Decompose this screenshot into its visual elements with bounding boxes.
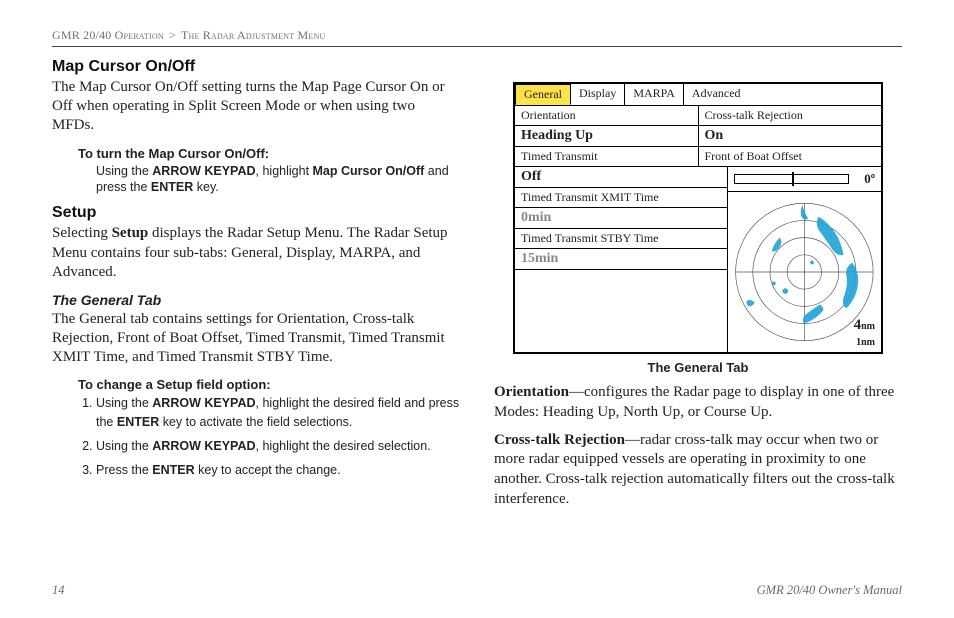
front-offset-slider[interactable] [734,174,849,184]
running-head-sep: > [169,28,176,42]
device-tabs: General Display MARPA Advanced [515,84,881,106]
device-screenshot: General Display MARPA Advanced Orientati… [513,82,883,354]
kw-arrow-keypad: ARROW KEYPAD [152,396,255,410]
right-column: General Display MARPA Advanced Orientati… [494,56,902,570]
device-left-panel: Off Timed Transmit XMIT Time 0min Timed … [515,167,728,352]
device-body: Off Timed Transmit XMIT Time 0min Timed … [515,167,881,352]
tab-marpa[interactable]: MARPA [625,84,684,105]
paragraph-setup: Selecting Setup displays the Radar Setup… [52,224,460,282]
text: Using the [96,396,152,410]
label-front-offset: Front of Boat Offset [699,147,882,166]
label-timed-transmit: Timed Transmit [515,147,699,166]
value-orientation[interactable]: Heading Up [515,126,699,146]
kw-arrow-keypad: ARROW KEYPAD [152,439,255,453]
paragraph-map-cursor: The Map Cursor On/Off setting turns the … [52,78,460,136]
kw-arrow-keypad: ARROW KEYPAD [152,164,255,178]
steps-list: Using the ARROW KEYPAD, highlight the de… [78,394,460,479]
text: key to activate the field selections. [159,415,352,429]
howto-title-map-cursor: To turn the Map Cursor On/Off: [78,146,460,161]
howto-body-map-cursor: Using the ARROW KEYPAD, highlight Map Cu… [96,163,460,197]
term-crosstalk: Cross-talk Rejection [494,432,625,448]
kw-map-cursor: Map Cursor On/Off [313,164,425,178]
left-column: Map Cursor On/Off The Map Cursor On/Off … [52,56,460,570]
howto-title-change-field: To change a Setup field option: [78,377,460,392]
kw-enter: ENTER [117,415,159,429]
kw-setup: Setup [112,225,149,241]
running-head-left: GMR 20/40 Operation [52,28,164,42]
text: key. [193,180,218,194]
text: Using the [96,164,152,178]
text: Selecting [52,225,112,241]
footer-title: GMR 20/40 Owner's Manual [757,583,902,598]
value-front-offset: 0º [853,171,875,187]
device-row-headers-2: Timed Transmit Front of Boat Offset [515,147,881,167]
heading-setup: Setup [52,204,460,222]
device-blank-area [515,270,727,334]
tab-advanced[interactable]: Advanced [684,84,749,105]
slider-knob-icon [792,172,794,186]
radar-range-main: 4nm [854,317,875,334]
step-2: Using the ARROW KEYPAD, highlight the de… [96,437,460,455]
tab-display[interactable]: Display [571,84,625,105]
label-orientation: Orientation [515,106,699,125]
manual-page: GMR 20/40 Operation > The Radar Adjustme… [0,0,954,618]
paragraph-general-tab: The General tab contains settings for Or… [52,310,460,368]
value-xmit-time[interactable]: 0min [515,208,727,228]
kw-enter: ENTER [152,463,194,477]
kw-enter: ENTER [151,180,193,194]
label-stby-time: Timed Transmit STBY Time [515,229,727,248]
value-timed-transmit[interactable]: Off [515,167,727,187]
figure-caption: The General Tab [494,360,902,375]
text: , highlight [256,164,313,178]
range-unit: nm [861,321,875,332]
page-footer: 14 GMR 20/40 Owner's Manual [52,583,902,598]
device-right-panel: 0º [728,167,881,352]
step-1: Using the ARROW KEYPAD, highlight the de… [96,394,460,430]
figure-general-tab: General Display MARPA Advanced Orientati… [494,82,902,375]
text: , highlight the desired selection. [256,439,431,453]
value-crosstalk[interactable]: On [699,126,882,146]
device-row-values-1: Heading Up On [515,126,881,147]
heading-general-tab: The General Tab [52,292,460,308]
value-stby-time[interactable]: 15min [515,249,727,269]
text: Using the [96,439,152,453]
label-xmit-time: Timed Transmit XMIT Time [515,188,727,207]
page-number: 14 [52,583,65,598]
radar-range-sub: 1nm [856,337,875,348]
running-head: GMR 20/40 Operation > The Radar Adjustme… [52,28,902,47]
definition-crosstalk: Cross-talk Rejection—radar cross-talk ma… [494,431,902,510]
text: Press the [96,463,152,477]
tab-general[interactable]: General [515,84,571,105]
running-head-right: The Radar Adjustment Menu [181,28,325,42]
range-value: 4 [854,317,862,333]
label-crosstalk: Cross-talk Rejection [699,106,882,125]
device-row-headers: Orientation Cross-talk Rejection [515,106,881,126]
term-orientation: Orientation [494,384,569,400]
front-offset-slider-row: 0º [728,167,881,192]
radar-display: 4nm 1nm [728,192,881,352]
heading-map-cursor: Map Cursor On/Off [52,58,460,76]
step-3: Press the ENTER key to accept the change… [96,461,460,479]
text: key to accept the change. [195,463,341,477]
definition-orientation: Orientation—configures the Radar page to… [494,383,902,423]
